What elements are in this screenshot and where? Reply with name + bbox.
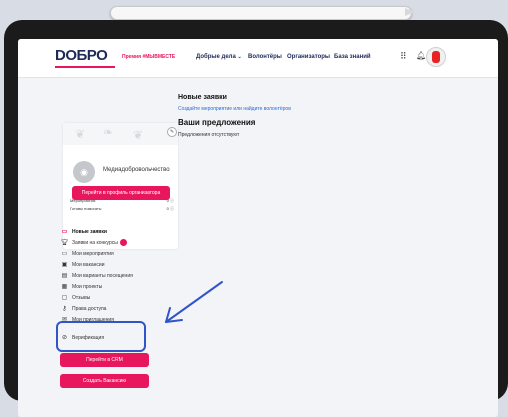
nav-good-deeds-label: Добрые дела: [196, 54, 236, 60]
camera-icon[interactable]: ◉: [73, 161, 95, 183]
user-avatar[interactable]: [426, 47, 446, 67]
sidebar-item-my-vacancies[interactable]: ▣ Мои вакансии: [60, 261, 105, 270]
sidebar-item-my-visit-options[interactable]: ▤ Мои варианты посещения: [60, 272, 133, 281]
sidebar-item-my-projects[interactable]: ▦ Мои проекты: [60, 283, 103, 292]
nav-organizers[interactable]: Организаторы: [287, 54, 330, 60]
organization-name: Медиадобровольчество: [103, 167, 170, 173]
go-to-crm-button[interactable]: Перейти в CRM: [60, 353, 149, 367]
notification-badge: [119, 239, 127, 247]
logo-underline: [55, 66, 115, 68]
stylus-tip: [405, 8, 415, 16]
new-requests-heading: Новые заявки: [178, 94, 227, 101]
sidebar-item-label: Мои вакансии: [72, 262, 105, 268]
sidebar-item-label: Мои мероприятия: [72, 251, 114, 257]
sidebar-item-label: Права доступа: [72, 306, 107, 312]
create-vacancy-button[interactable]: Создать Вакансию: [60, 374, 149, 388]
trophy-icon: 🏆︎: [60, 240, 69, 246]
sidebar-item-label: Мои проекты: [72, 284, 103, 290]
bell-icon[interactable]: 🔔︎: [416, 51, 426, 60]
top-navigation-bar: DOБРО Премия #МЫВМЕСТЕ Добрые дела ⌄ Вол…: [18, 39, 498, 78]
stat-helpers: Готовы помогать: 0 ⓘ: [70, 206, 174, 211]
leaf-decoration-icon: ❦: [133, 128, 144, 142]
edit-pencil-icon[interactable]: ✎: [167, 127, 177, 137]
vacancy-icon: ▣: [61, 262, 68, 268]
chat-icon: ▢: [61, 295, 68, 301]
sidebar-item-reviews[interactable]: ▢ Отзывы: [60, 294, 91, 303]
sidebar-item-contest-requests[interactable]: 🏆︎ Заявки на конкурсы: [60, 239, 127, 248]
sidebar-item-new-requests[interactable]: ▭ Новые заявки: [60, 228, 107, 237]
sidebar-item-access-rights[interactable]: ⚷ Права доступа: [60, 305, 106, 314]
stat-helpers-value: 0 ⓘ: [166, 206, 174, 211]
sidebar-item-label: Заявки на конкурсы: [72, 240, 118, 246]
sidebar-item-label: Новые заявки: [72, 229, 107, 235]
offers-empty-text: Предложения отсутствуют: [178, 132, 240, 138]
offers-heading: Ваши предложения: [178, 118, 256, 127]
nav-knowledge-base[interactable]: База знаний: [334, 54, 371, 60]
sidebar-item-label: Мои варианты посещения: [72, 273, 133, 279]
nav-good-deeds[interactable]: Добрые дела ⌄: [196, 54, 242, 60]
key-icon: ⚷: [62, 306, 67, 312]
stat-helpers-label: Готовы помогать:: [70, 206, 103, 211]
apps-grid-icon[interactable]: ⠿: [400, 51, 410, 61]
list-icon: ▤: [61, 273, 68, 279]
stylus: [110, 6, 412, 20]
promo-link[interactable]: Премия #МЫВМЕСТЕ: [122, 54, 175, 60]
sidebar-item-label: Отзывы: [72, 295, 91, 301]
sidebar-item-my-events[interactable]: ▭ Мои мероприятия: [60, 250, 114, 259]
chevron-down-icon: ⌄: [237, 54, 242, 60]
create-event-link[interactable]: Создайте мероприятие или найдите волонтё…: [178, 106, 291, 112]
go-to-organizer-profile-button[interactable]: Перейти в профиль организатора: [72, 186, 170, 200]
logo[interactable]: DOБРО: [55, 47, 108, 64]
calendar-icon: ▭: [61, 229, 68, 235]
profile-cover: ❦ ❧ ❦: [63, 123, 178, 145]
leaf-decoration-icon: ❧: [103, 125, 114, 139]
project-icon: ▦: [61, 284, 68, 290]
leaf-decoration-icon: ❦: [75, 127, 86, 141]
calendar-icon: ▭: [61, 251, 68, 257]
annotation-highlight-box: [56, 321, 146, 352]
nav-volunteers[interactable]: Волонтёры: [248, 54, 282, 60]
